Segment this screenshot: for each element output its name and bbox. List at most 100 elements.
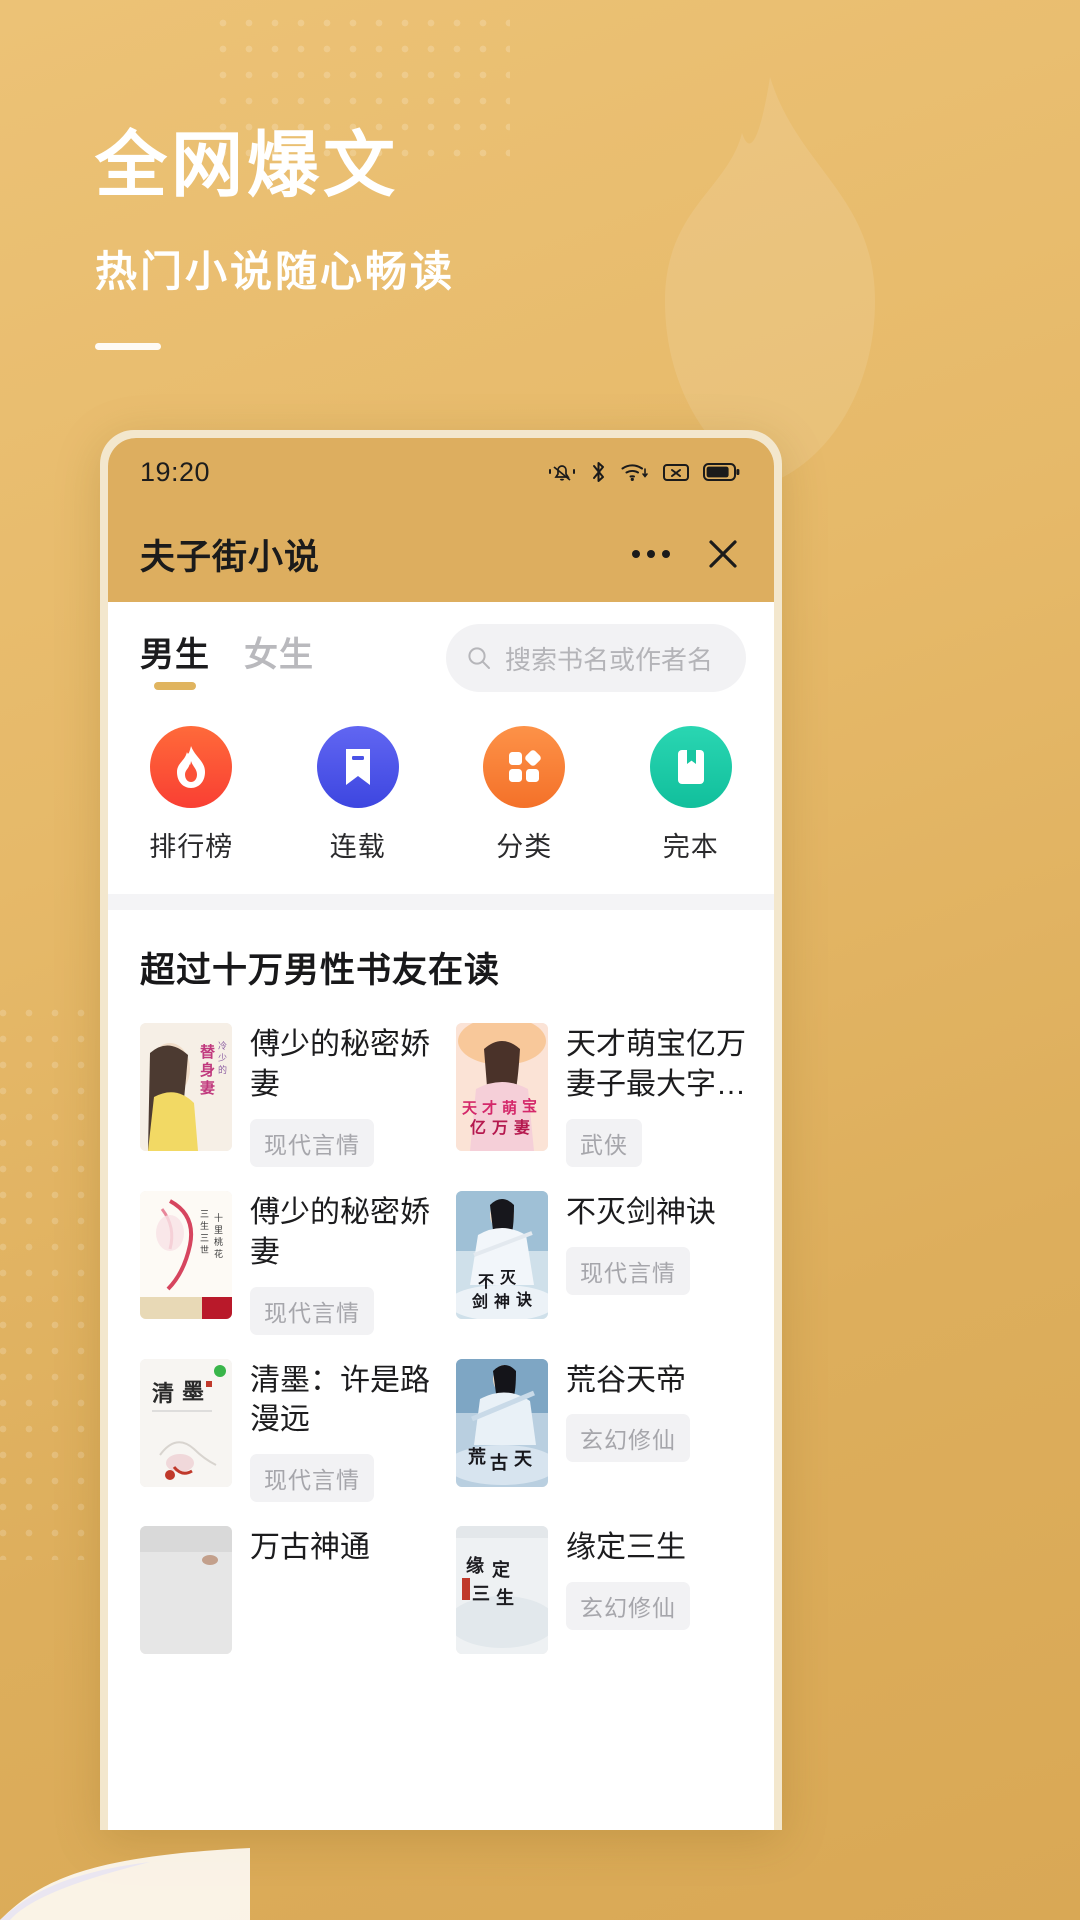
svg-text:三: 三	[200, 1210, 209, 1220]
book-tag: 现代言情	[250, 1454, 374, 1503]
svg-text:灭: 灭	[499, 1268, 517, 1287]
category-classification[interactable]: 分类	[441, 726, 608, 864]
svg-text:三: 三	[200, 1234, 209, 1244]
book-cover-image: 天才萌宝 亿万妻	[456, 1023, 548, 1151]
book-info: 不灭剑神诀 现代言情	[566, 1191, 746, 1335]
svg-text:天: 天	[462, 1099, 478, 1117]
dot-pattern-decoration-left	[0, 1000, 110, 1560]
category-completed[interactable]: 完本	[608, 726, 775, 864]
tab-female[interactable]: 女生	[244, 627, 314, 690]
svg-text:古: 古	[490, 1452, 508, 1474]
cover-art: 荒古天	[456, 1358, 548, 1487]
flame-bubble	[150, 726, 233, 808]
book-title: 清墨：许是路漫远	[250, 1363, 430, 1437]
cover-art: 缘定 三生	[456, 1526, 548, 1655]
book-tag-wrap: 玄幻修仙	[566, 1582, 746, 1631]
more-dot	[632, 550, 640, 558]
book-tag-wrap: 武侠	[566, 1118, 746, 1167]
book-cover-image	[140, 1526, 232, 1655]
tabs-and-search-bar: 男生 女生 搜索书名或作者名	[108, 602, 774, 712]
book-list-section: 超过十万男性书友在读 替身妻 冷 少 的 傅少的秘密娇妻 现代言情 天 才 萌 …	[108, 910, 774, 1655]
book-card[interactable]: 缘定 三生 缘定三生 玄幻修仙	[456, 1526, 746, 1655]
category-ranking[interactable]: 排行榜	[108, 726, 275, 864]
book-tag-wrap: 现代言情	[566, 1246, 746, 1295]
svg-text:清: 清	[152, 1381, 174, 1407]
book-info: 清墨：许是路漫远 现代言情	[250, 1359, 430, 1503]
book-info: 天才萌宝亿万妻子最大字数... 武侠	[566, 1023, 746, 1167]
book-cover-image: 三生三世 十里桃花	[140, 1190, 232, 1319]
section-title: 超过十万男性书友在读	[140, 951, 501, 990]
svg-text:荒: 荒	[467, 1446, 486, 1468]
book-badge-icon	[677, 750, 704, 784]
book-card[interactable]: 替身妻 冷少的 傅少的秘密娇妻 现代言情	[140, 1023, 430, 1167]
phone-screen: 19:20 夫子街小说 男生 女生 搜索书名或作者名 排行榜 连载 分类 完本 …	[108, 438, 774, 1830]
promo-page: 全网爆文 热门小说随心畅读 19:20 夫子街小说 男生 女生 搜索书名或作者名…	[0, 0, 1080, 1920]
book-card[interactable]: 万古神通	[140, 1526, 430, 1655]
svg-text:替: 替	[200, 1043, 216, 1061]
svg-text:萌: 萌	[502, 1099, 517, 1117]
svg-text:缘: 缘	[466, 1556, 484, 1577]
book-card[interactable]: 荒古天 荒谷天帝 玄幻修仙	[456, 1358, 746, 1503]
book-tag: 现代言情	[566, 1246, 690, 1295]
svg-text:妻: 妻	[200, 1079, 215, 1097]
status-time: 19:20	[140, 456, 211, 487]
svg-text:里: 里	[214, 1225, 223, 1236]
book-grid: 替身妻 冷少的 傅少的秘密娇妻 现代言情 天 才 萌 宝 亿 万 妻 天才萌宝亿…	[140, 1023, 746, 1655]
more-options-button[interactable]	[630, 542, 672, 566]
book-tag: 现代言情	[250, 1118, 374, 1167]
tab-male[interactable]: 男生	[140, 627, 210, 690]
svg-text:宝: 宝	[522, 1097, 537, 1115]
svg-text:桃: 桃	[214, 1236, 223, 1248]
promo-divider-rule	[95, 343, 161, 350]
svg-text:妻: 妻	[514, 1118, 530, 1137]
flame-icon	[177, 746, 206, 788]
cover-art: 不灭 剑神诀	[456, 1190, 548, 1319]
category-serial-label: 连载	[329, 832, 386, 862]
grid-icon	[509, 750, 542, 782]
book-info: 缘定三生 玄幻修仙	[566, 1526, 746, 1654]
search-icon	[468, 647, 490, 669]
book-title: 天才萌宝亿万妻子最大字数...	[566, 1028, 746, 1101]
book-info: 万古神通	[250, 1526, 430, 1654]
svg-text:的: 的	[218, 1064, 227, 1075]
gender-tab-group: 男生 女生	[140, 627, 314, 690]
more-dot	[647, 550, 655, 558]
book-tag: 武侠	[566, 1118, 642, 1167]
book-tag: 玄幻修仙	[566, 1582, 690, 1631]
book-tag: 玄幻修仙	[566, 1414, 690, 1463]
cover-art	[140, 1526, 232, 1655]
cover-art: 三生三世 十里桃花	[140, 1190, 232, 1319]
battery-icon	[703, 463, 740, 481]
no-sim-icon	[663, 464, 689, 481]
svg-text:生: 生	[496, 1587, 514, 1609]
book-tag-wrap: 玄幻修仙	[566, 1414, 746, 1463]
category-serial[interactable]: 连载	[275, 726, 442, 864]
book-card[interactable]: 三生三世 十里桃花 傅少的秘密娇妻 现代言情	[140, 1190, 430, 1335]
bookmark-bubble	[316, 726, 399, 808]
book-card[interactable]: 清墨 清墨：许是路漫远 现代言情	[140, 1358, 430, 1503]
cover-art: 替身妻 冷少的	[140, 1023, 232, 1151]
silent-bell-icon	[549, 465, 575, 481]
category-ranking-label: 排行榜	[149, 832, 234, 862]
category-classification-label: 分类	[496, 832, 553, 862]
category-completed-label: 完本	[662, 832, 719, 862]
app-header-actions	[630, 537, 740, 571]
book-card[interactable]: 不灭 剑神诀 不灭剑神诀 现代言情	[456, 1190, 746, 1335]
cover-art: 天才萌宝 亿万妻	[456, 1023, 548, 1151]
book-tag-wrap: 现代言情	[250, 1118, 430, 1167]
category-shortcut-row: 排行榜 连载 分类 完本	[108, 712, 774, 894]
book-card[interactable]: 天才萌宝 亿万妻 天才萌宝亿万妻子最大字数... 武侠	[456, 1023, 746, 1167]
search-input[interactable]: 搜索书名或作者名	[446, 624, 746, 692]
svg-text:万: 万	[491, 1118, 508, 1137]
book-tag-wrap: 现代言情	[250, 1286, 430, 1335]
close-icon[interactable]	[706, 537, 740, 571]
promo-title: 全网爆文	[95, 126, 400, 206]
status-icon-group	[547, 460, 740, 484]
bluetooth-icon	[593, 462, 604, 482]
book-info: 傅少的秘密娇妻 现代言情	[250, 1023, 430, 1167]
svg-text:墨: 墨	[182, 1380, 204, 1405]
book-cover-image: 不灭 剑神诀	[456, 1190, 548, 1319]
book-title: 傅少的秘密娇妻	[250, 1195, 430, 1269]
svg-text:三: 三	[472, 1584, 490, 1605]
app-title: 夫子街小说	[140, 537, 321, 577]
